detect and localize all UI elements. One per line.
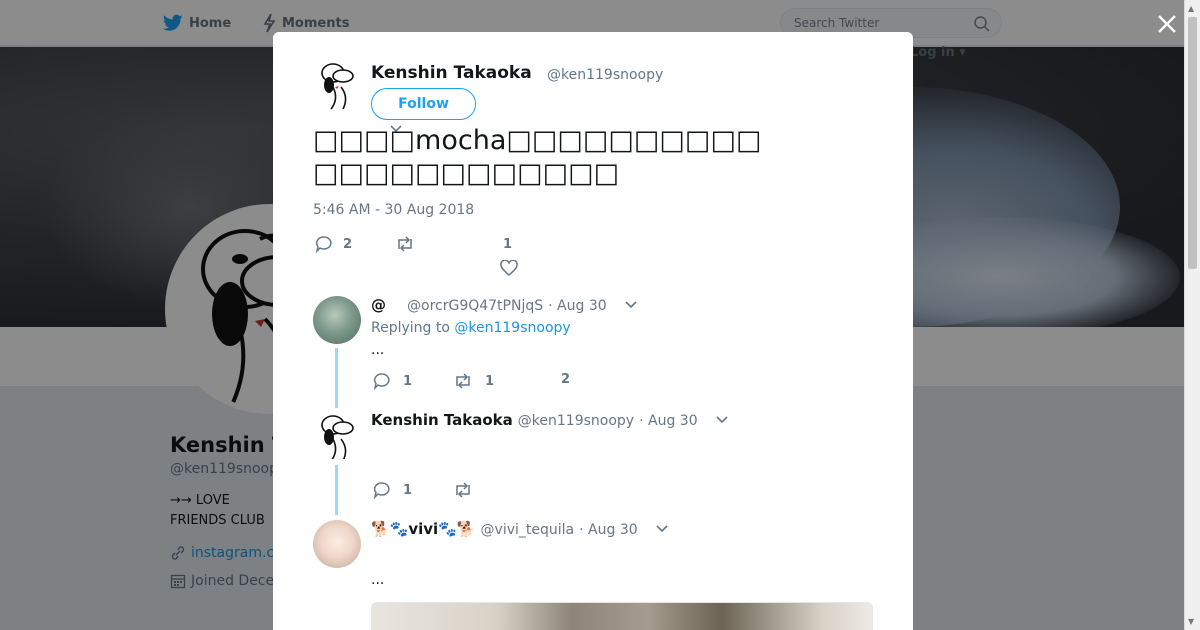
reply-action[interactable]: 2 <box>315 235 352 253</box>
reply-media-image[interactable] <box>371 602 873 630</box>
tweet-author-handle[interactable]: @ken119snoopy <box>547 67 663 83</box>
follow-button[interactable]: Follow <box>371 88 476 120</box>
reply-count: 1 <box>403 482 413 498</box>
reply-actions: 1 1 2 <box>371 372 671 394</box>
tweet-author-avatar[interactable] <box>313 59 361 111</box>
chevron-down-icon[interactable] <box>655 524 669 534</box>
close-icon[interactable] <box>1155 12 1179 36</box>
snoopy-avatar-image <box>313 59 361 111</box>
tweet-text-line1: □□□□mocha□□□□□□□□□□ <box>313 125 762 156</box>
retweet-action[interactable] <box>395 235 425 253</box>
reply-author-name[interactable]: @ <box>371 296 386 314</box>
reply-author-handle[interactable]: @ken119snoopy <box>518 413 634 429</box>
reply-avatar[interactable] <box>313 296 361 344</box>
replying-to-prefix: Replying to <box>371 320 450 336</box>
reply-tweet[interactable]: Kenshin Takaoka @ken119snoopy · Aug 30 1 <box>313 411 873 515</box>
reply-date[interactable]: · Aug 30 <box>639 413 698 429</box>
reply-action[interactable]: 1 <box>373 372 412 390</box>
like-count: 1 <box>503 237 513 252</box>
reply-count: 1 <box>403 373 413 389</box>
like-count: 2 <box>561 372 571 387</box>
reply-action[interactable]: 1 <box>373 481 412 499</box>
reply-count: 2 <box>343 236 353 252</box>
thread-line <box>335 465 338 515</box>
tweet-text-line2: □□□□□□□□□□□□ <box>313 158 620 189</box>
reply-tweet[interactable]: @ @orcrG9Q47tPNjqS · Aug 30 Replying to … <box>313 296 873 408</box>
retweet-icon <box>456 373 470 389</box>
reply-text: ... <box>371 342 385 358</box>
reply-icon <box>373 482 390 499</box>
reply-avatar[interactable] <box>313 411 361 459</box>
reply-author-handle[interactable]: @vivi_tequila <box>481 522 575 538</box>
scroll-thumb[interactable] <box>1188 17 1197 269</box>
heart-icon[interactable] <box>500 260 518 276</box>
scroll-up-arrow[interactable]: ▲ <box>1188 4 1194 13</box>
like-action[interactable]: 2 <box>561 372 570 387</box>
reply-date[interactable]: · Aug 30 <box>579 522 638 538</box>
page-scrollbar[interactable]: ▲ ▼ <box>1184 0 1200 630</box>
tweet-actions: 2 1 <box>313 232 613 282</box>
tweet-text: □□□□mocha□□□□□□□□□□ □□□□□□□□□□□□ <box>313 124 873 190</box>
tweet-timestamp: 5:46 AM - 30 Aug 2018 <box>313 202 475 218</box>
reply-icon <box>315 236 332 253</box>
reply-tweet[interactable]: 🐕🐾vivi🐾🐕 @vivi_tequila · Aug 30 ... <box>313 520 873 630</box>
retweet-action[interactable]: 1 <box>453 372 494 390</box>
reply-avatar[interactable] <box>313 520 361 568</box>
replying-to: Replying to @ken119snoopy <box>371 320 571 336</box>
reply-header: Kenshin Takaoka @ken119snoopy · Aug 30 <box>371 411 729 429</box>
retweet-count: 1 <box>485 373 495 389</box>
tweet-author-name[interactable]: Kenshin Takaoka <box>371 63 532 83</box>
reply-text: ... <box>371 572 385 588</box>
retweet-action[interactable] <box>453 481 485 499</box>
scroll-down-arrow[interactable]: ▼ <box>1188 617 1194 626</box>
like-count-wrap: 1 <box>503 237 512 252</box>
chevron-down-icon[interactable] <box>715 415 729 425</box>
reply-author-name[interactable]: 🐕🐾vivi🐾🐕 <box>371 520 476 538</box>
reply-actions: 1 <box>371 481 671 503</box>
reply-author-handle[interactable]: @orcrG9Q47tPNjqS <box>407 298 543 314</box>
retweet-icon <box>398 236 412 252</box>
reply-date[interactable]: · Aug 30 <box>548 298 607 314</box>
reply-icon <box>373 373 390 390</box>
reply-author-name[interactable]: Kenshin Takaoka <box>371 411 513 429</box>
tweet-modal: Kenshin Takaoka @ken119snoopy Follow □□□… <box>273 32 913 630</box>
thread-line <box>335 348 338 408</box>
chevron-down-icon[interactable] <box>624 300 638 310</box>
retweet-icon <box>456 482 470 498</box>
reply-header: @ @orcrG9Q47tPNjqS · Aug 30 <box>371 296 638 314</box>
replying-to-link[interactable]: @ken119snoopy <box>454 320 570 336</box>
snoopy-avatar-image <box>321 415 354 459</box>
reply-header: 🐕🐾vivi🐾🐕 @vivi_tequila · Aug 30 <box>371 520 669 538</box>
